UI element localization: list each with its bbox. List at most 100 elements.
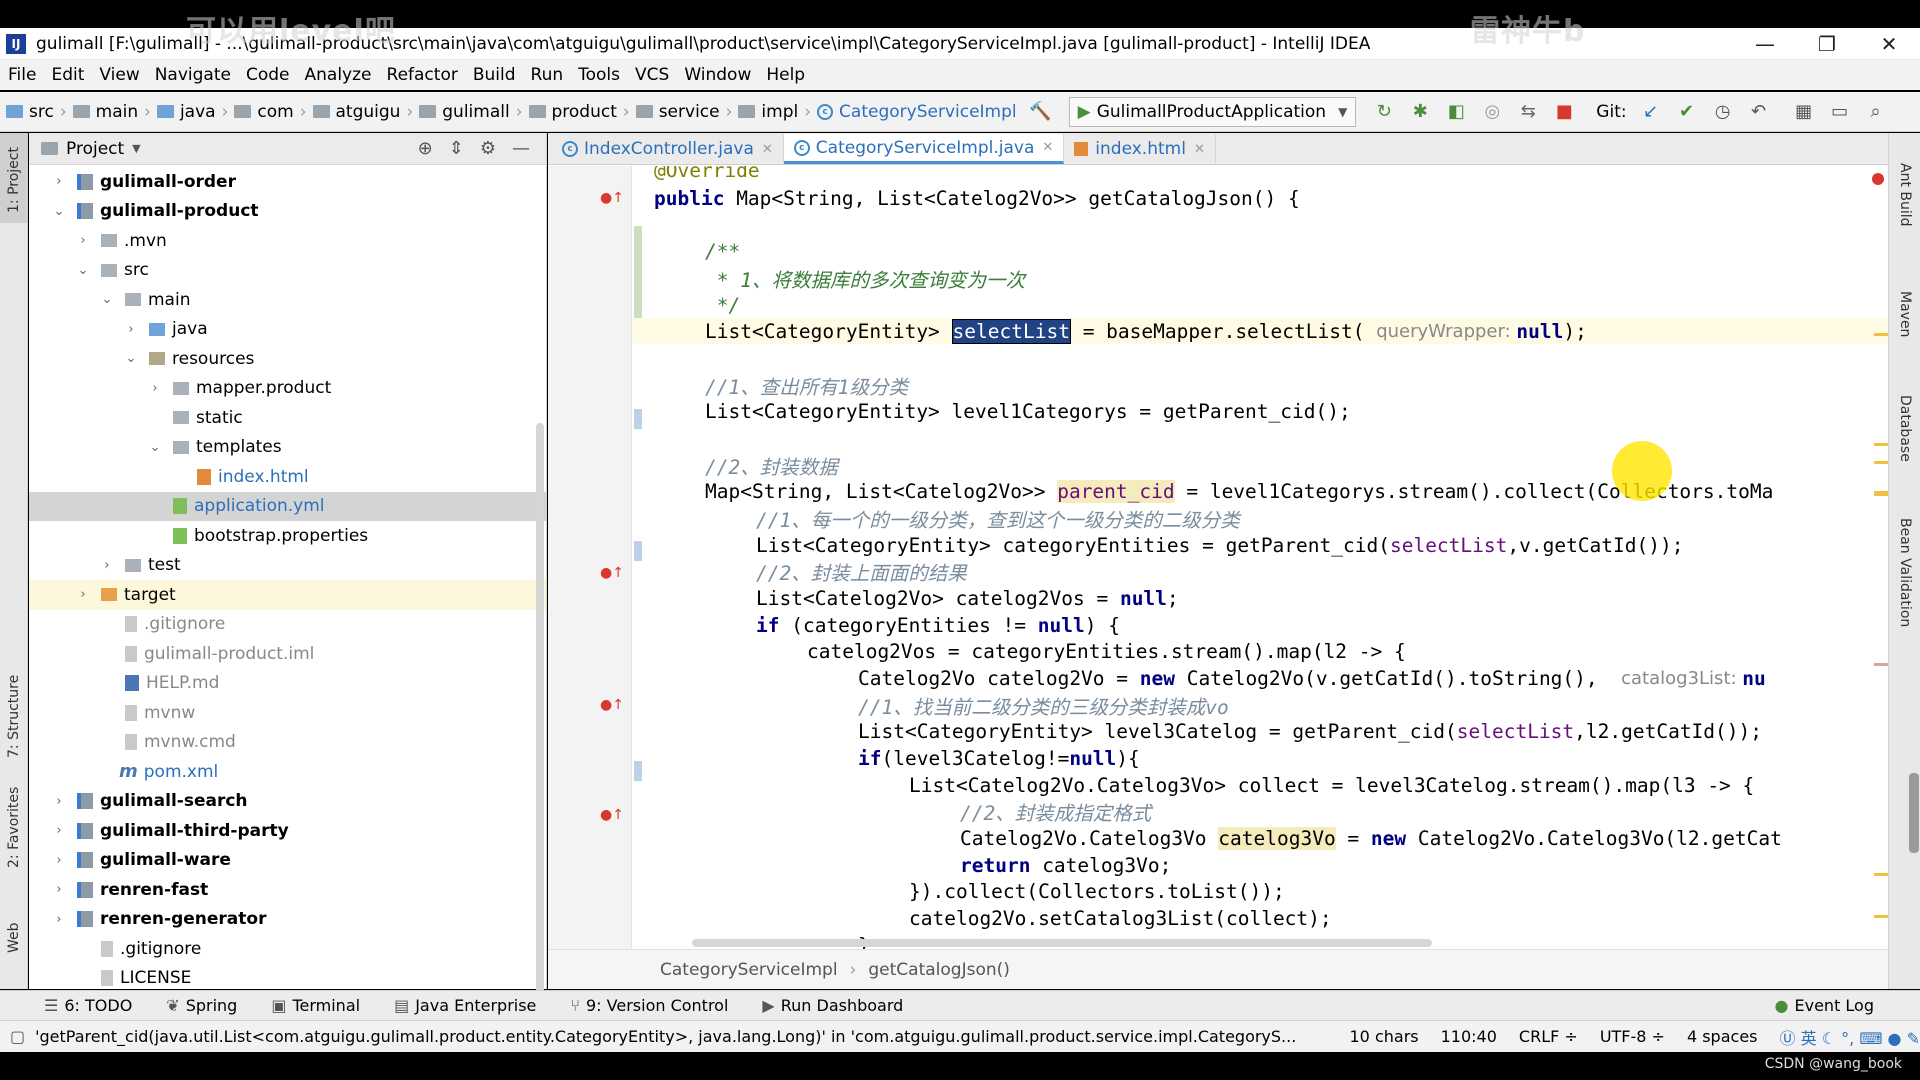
tree-item[interactable]: m pom.xml: [29, 757, 546, 787]
crumb-class-file[interactable]: c CategoryServiceImpl: [817, 102, 1017, 122]
breadcrumb-class[interactable]: CategoryServiceImpl: [660, 960, 838, 980]
gear-icon[interactable]: ⚙: [480, 138, 496, 159]
tree-item[interactable]: › java: [29, 315, 546, 345]
stop-icon[interactable]: ■: [1551, 99, 1577, 125]
menu-file[interactable]: File: [8, 65, 36, 85]
tree-item[interactable]: ⌄ templates: [29, 433, 546, 463]
chevron-right-icon[interactable]: ›: [51, 823, 67, 838]
override-method-icon[interactable]: ●↑: [600, 565, 624, 581]
override-method-icon[interactable]: ●↑: [600, 697, 624, 713]
web-tool-label[interactable]: Web: [6, 922, 22, 953]
tree-item[interactable]: › .mvn: [29, 226, 546, 256]
tab-index-html[interactable]: index.html ✕: [1064, 134, 1216, 164]
tree-item[interactable]: › mapper.product: [29, 374, 546, 404]
tree-item[interactable]: ⌄ resources: [29, 344, 546, 374]
editor-gutter[interactable]: ●↑ ●↑ ●↑ ●↑: [548, 166, 642, 949]
close-icon[interactable]: ✕: [1042, 140, 1053, 155]
java-enterprise-tool-button[interactable]: ▤ Java Enterprise: [394, 996, 536, 1015]
menu-view[interactable]: View: [99, 65, 139, 85]
minimize-button[interactable]: —: [1734, 32, 1796, 56]
chevron-down-icon[interactable]: ⌄: [99, 292, 115, 307]
tree-item[interactable]: › target: [29, 580, 546, 610]
chevron-right-icon[interactable]: ›: [75, 587, 91, 602]
collapse-icon[interactable]: ⇕: [449, 138, 464, 159]
coverage-icon[interactable]: ◧: [1443, 99, 1469, 125]
chevron-right-icon[interactable]: ›: [75, 233, 91, 248]
tree-item[interactable]: › gulimall-ware: [29, 846, 546, 876]
profile-icon[interactable]: ◎: [1479, 99, 1505, 125]
error-indicator-icon[interactable]: [1872, 173, 1884, 185]
crumb-src[interactable]: src ›: [6, 102, 67, 122]
caret-position[interactable]: 110:40: [1441, 1027, 1497, 1046]
horizontal-scrollbar[interactable]: [692, 939, 1432, 947]
project-scrollbar[interactable]: [536, 423, 544, 1013]
chevron-down-icon[interactable]: ⌄: [75, 263, 91, 278]
crumb-java[interactable]: java ›: [156, 102, 228, 122]
search-icon[interactable]: ⌕: [1863, 99, 1889, 125]
menu-build[interactable]: Build: [473, 65, 516, 85]
git-commit-icon[interactable]: ✔: [1674, 99, 1700, 125]
terminal-tool-button[interactable]: ▣ Terminal: [271, 996, 360, 1015]
spring-tool-button[interactable]: ❦ Spring: [166, 996, 237, 1015]
close-icon[interactable]: ✕: [1194, 142, 1205, 157]
database-tool-label[interactable]: Database: [1897, 395, 1913, 462]
crumb-impl[interactable]: impl ›: [738, 102, 811, 122]
project-structure-icon[interactable]: ▦: [1791, 99, 1817, 125]
tree-item[interactable]: LICENSE: [29, 964, 546, 994]
menu-window[interactable]: Window: [684, 65, 751, 85]
selected-identifier[interactable]: selectList: [951, 318, 1071, 344]
line-separator-select[interactable]: CRLF ÷: [1519, 1027, 1578, 1046]
chevron-down-icon[interactable]: ⌄: [51, 204, 67, 219]
maximize-button[interactable]: ❐: [1796, 32, 1858, 56]
close-button[interactable]: ✕: [1858, 32, 1920, 56]
chevron-down-icon[interactable]: ⌄: [123, 351, 139, 366]
crumb-gulimall[interactable]: gulimall ›: [419, 102, 523, 122]
crumb-atguigu[interactable]: atguigu ›: [312, 102, 413, 122]
chevron-down-icon[interactable]: ⌄: [147, 440, 163, 455]
favorites-tool-label[interactable]: 2: Favorites: [6, 787, 22, 868]
tree-item[interactable]: ⌄ main: [29, 285, 546, 315]
tree-item[interactable]: › gulimall-order: [29, 167, 546, 197]
status-toggle-icon[interactable]: ▢: [10, 1027, 25, 1046]
tree-item[interactable]: › gulimall-third-party: [29, 816, 546, 846]
crumb-service[interactable]: service ›: [635, 102, 732, 122]
close-icon[interactable]: ✕: [762, 142, 773, 157]
chevron-right-icon[interactable]: ›: [51, 882, 67, 897]
chevron-right-icon[interactable]: ›: [51, 853, 67, 868]
tree-item[interactable]: .gitignore: [29, 934, 546, 964]
chevron-right-icon[interactable]: ›: [147, 381, 163, 396]
menu-tools[interactable]: Tools: [578, 65, 620, 85]
crumb-main[interactable]: main ›: [72, 102, 151, 122]
tree-item[interactable]: › renren-fast: [29, 875, 546, 905]
tree-item[interactable]: › test: [29, 551, 546, 581]
menu-code[interactable]: Code: [246, 65, 290, 85]
tab-index-controller[interactable]: c IndexController.java ✕: [552, 134, 784, 164]
chevron-right-icon[interactable]: ›: [99, 558, 115, 573]
tree-item[interactable]: index.html: [29, 462, 546, 492]
git-history-icon[interactable]: ◷: [1710, 99, 1736, 125]
tree-item[interactable]: HELP.md: [29, 669, 546, 699]
menu-run[interactable]: Run: [531, 65, 564, 85]
git-rollback-icon[interactable]: ↶: [1746, 99, 1772, 125]
tree-item[interactable]: ⌄ src: [29, 256, 546, 286]
override-method-icon[interactable]: ●↑: [600, 807, 624, 823]
project-tool-label[interactable]: 1: Project: [6, 147, 22, 213]
run-configuration-select[interactable]: ▶ GulimallProductApplication ▼: [1068, 96, 1357, 127]
todo-tool-button[interactable]: ☰ 6: TODO: [44, 996, 132, 1015]
attach-debugger-icon[interactable]: ⇆: [1515, 99, 1541, 125]
tree-item[interactable]: › renren-generator: [29, 905, 546, 935]
menu-refactor[interactable]: Refactor: [387, 65, 458, 85]
run-dashboard-tool-button[interactable]: ▶ Run Dashboard: [762, 996, 903, 1015]
tree-item[interactable]: static: [29, 403, 546, 433]
breadcrumb-method[interactable]: getCatalogJson(): [868, 960, 1010, 980]
chevron-down-icon[interactable]: ▼: [132, 142, 140, 155]
override-method-icon[interactable]: ●↑: [600, 190, 624, 206]
presentation-icon[interactable]: ▭: [1827, 99, 1853, 125]
version-control-tool-button[interactable]: ⑂ 9: Version Control: [570, 996, 728, 1015]
chevron-right-icon[interactable]: ›: [123, 322, 139, 337]
event-log-button[interactable]: ● Event Log: [1775, 996, 1874, 1015]
encoding-select[interactable]: UTF-8 ÷: [1600, 1027, 1665, 1046]
rerun-icon[interactable]: ↻: [1371, 99, 1397, 125]
tree-item[interactable]: gulimall-product.iml: [29, 639, 546, 669]
tree-item[interactable]: ⌄ gulimall-product: [29, 197, 546, 227]
